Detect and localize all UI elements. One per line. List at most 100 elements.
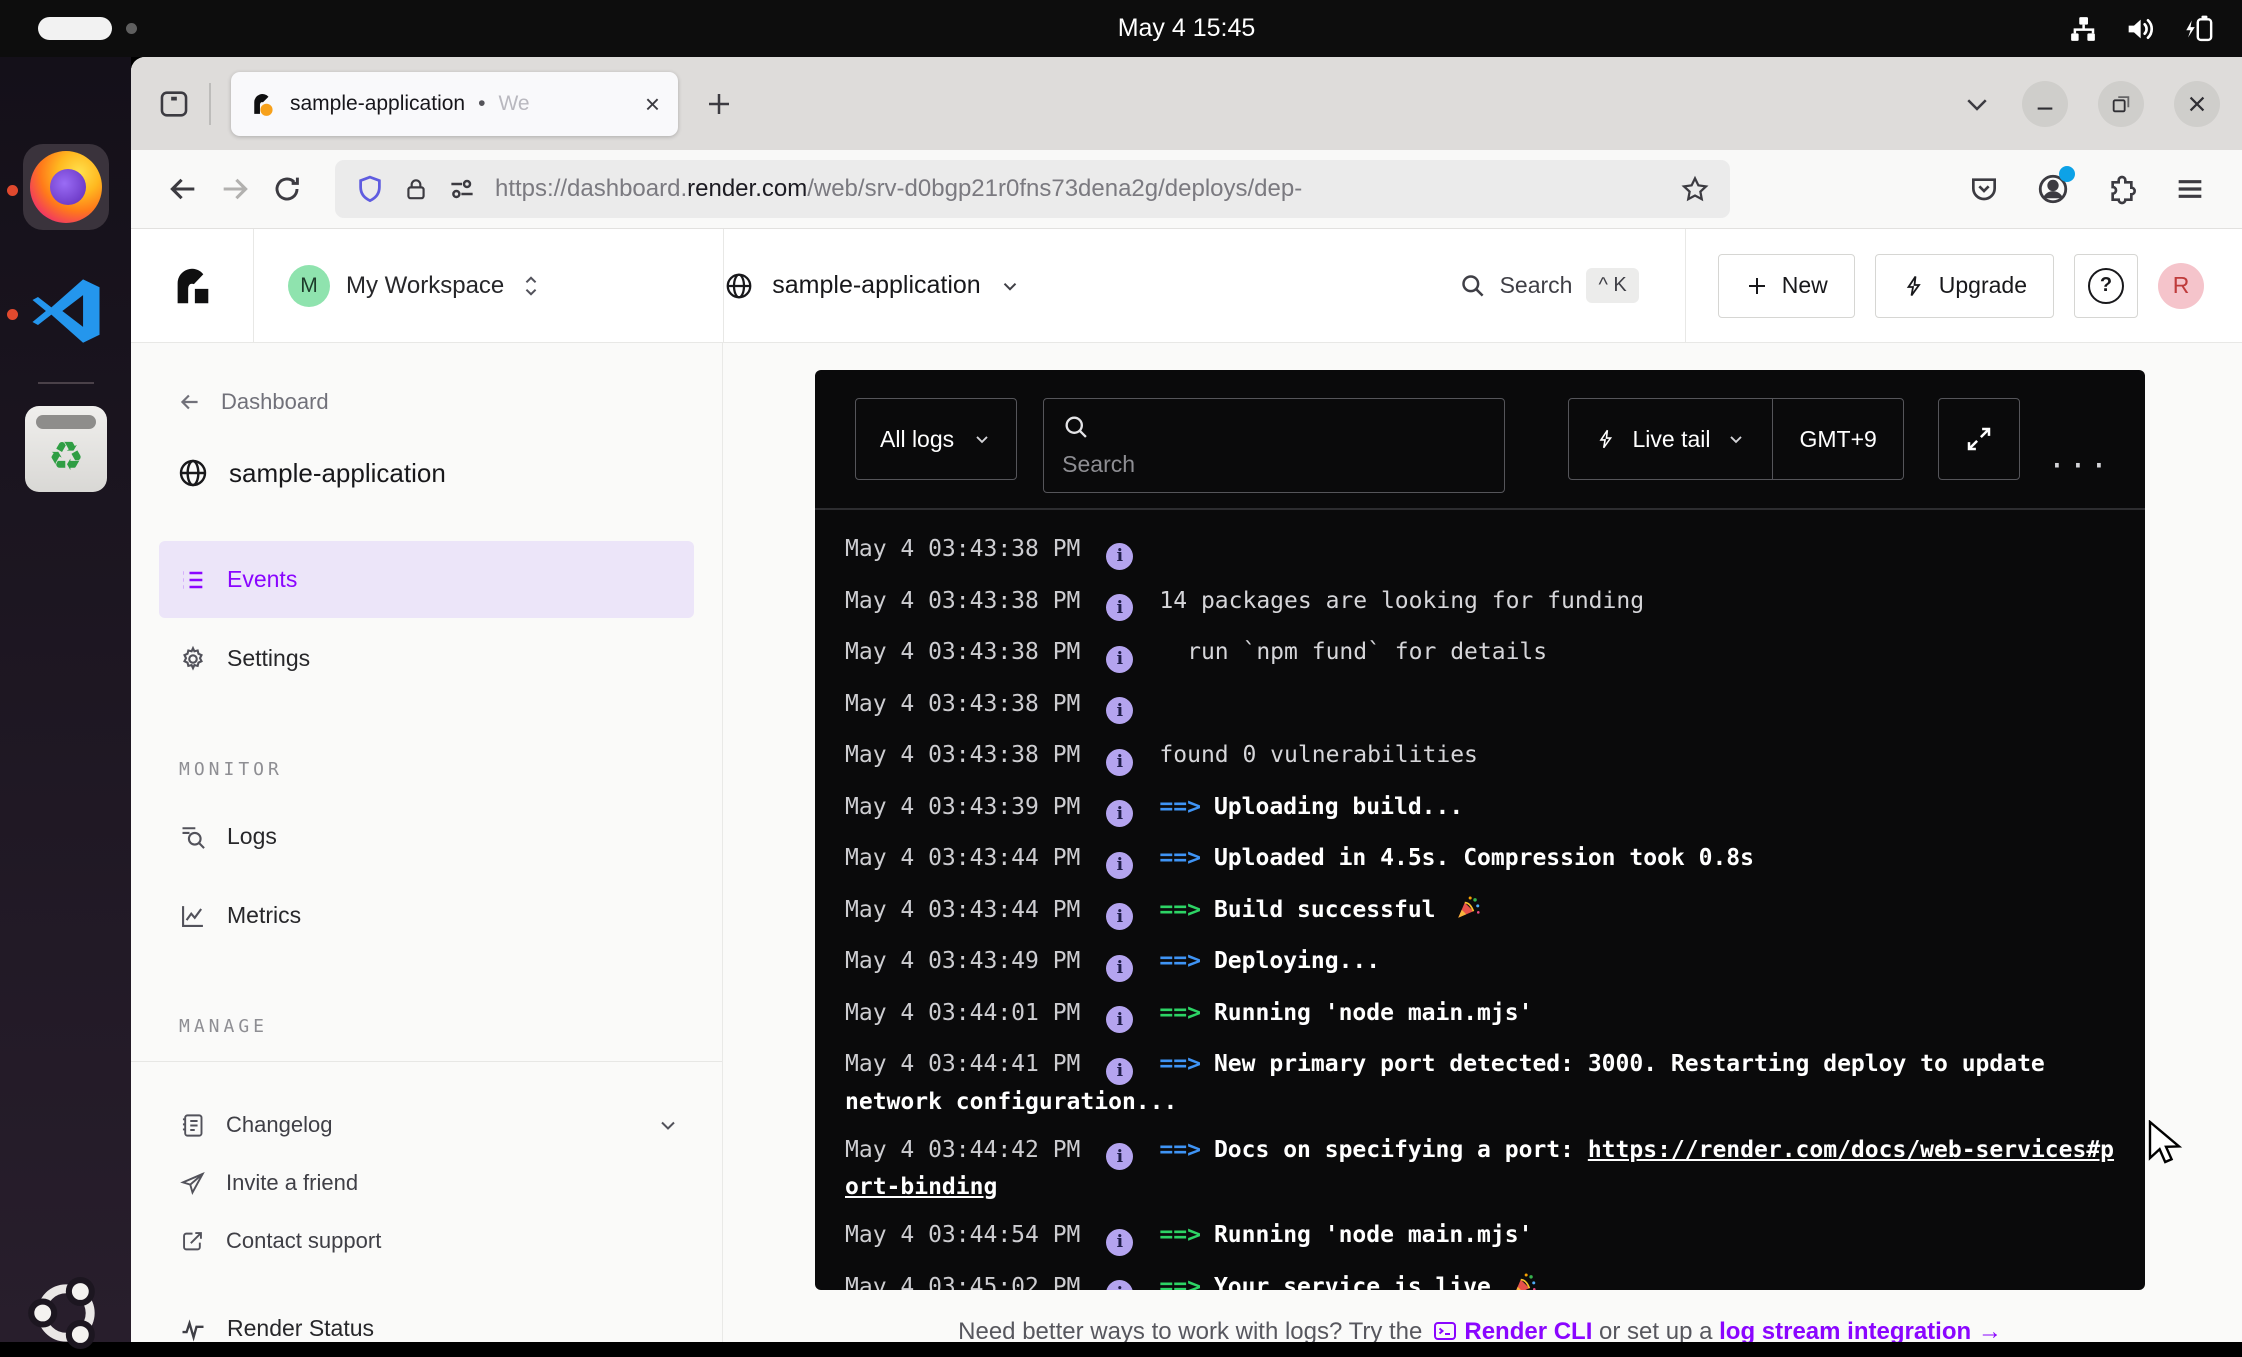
sidebar-item-render-status[interactable]: Render Status (159, 1314, 694, 1342)
render-logo[interactable] (131, 229, 253, 342)
status-pulse-icon (179, 1314, 207, 1342)
log-timestamp: May 4 03:43:44 PM (845, 897, 1080, 923)
url-text[interactable]: https://dashboard.render.com/web/srv-d0b… (495, 175, 1662, 203)
log-output[interactable]: May 4 03:43:38 PMiMay 4 03:43:38 PMi14 p… (815, 510, 2145, 1290)
sidebar-item-events[interactable]: Events (159, 541, 694, 618)
info-icon[interactable]: i (1106, 543, 1133, 570)
volume-icon[interactable] (2124, 13, 2156, 45)
expand-logs-button[interactable] (1938, 398, 2020, 480)
log-row: May 4 03:43:38 PMi14 packages are lookin… (845, 584, 2115, 622)
log-message: Running 'node main.mjs' (1214, 1000, 1533, 1026)
party-popper-icon (1455, 895, 1481, 921)
account-icon[interactable] (2036, 172, 2070, 206)
info-icon[interactable]: i (1106, 1143, 1133, 1170)
firefox-view-icon[interactable] (157, 87, 191, 121)
info-icon[interactable]: i (1106, 1229, 1133, 1256)
new-button[interactable]: New (1718, 254, 1855, 318)
firefox-dock-icon[interactable] (22, 143, 110, 231)
sidebar: Dashboard sample-application Events Sett… (131, 343, 723, 1342)
log-timestamp: May 4 03:43:39 PM (845, 794, 1080, 820)
log-search-input[interactable]: Search (1043, 398, 1505, 493)
sidebar-back-to-dashboard[interactable]: Dashboard (159, 389, 694, 415)
user-avatar[interactable]: R (2158, 263, 2204, 309)
back-button[interactable] (157, 163, 209, 215)
log-search-placeholder: Search (1062, 451, 1135, 478)
info-icon[interactable]: i (1106, 1280, 1133, 1290)
log-message: found 0 vulnerabilities (1159, 742, 1478, 768)
firefox-icon (30, 151, 102, 223)
log-more-menu[interactable]: ··· (2048, 426, 2111, 508)
info-icon[interactable]: i (1106, 594, 1133, 621)
menu-hamburger-icon[interactable] (2174, 173, 2206, 205)
info-icon[interactable]: i (1106, 749, 1133, 776)
trash-dock-icon[interactable]: ♻ (22, 405, 110, 493)
gear-icon (179, 645, 207, 673)
timezone-button[interactable]: GMT+9 (1773, 426, 1902, 453)
system-top-bar: May 4 15:45 (0, 0, 2242, 57)
lock-icon[interactable] (403, 175, 429, 203)
reload-button[interactable] (261, 163, 313, 215)
extensions-puzzle-icon[interactable] (2106, 173, 2138, 205)
service-chevron-down-icon (999, 275, 1021, 297)
log-timestamp: May 4 03:44:01 PM (845, 1000, 1080, 1026)
sidebar-item-settings[interactable]: Settings (159, 620, 694, 697)
info-icon[interactable]: i (1106, 646, 1133, 673)
back-arrow-icon (177, 389, 203, 415)
info-icon[interactable]: i (1106, 1006, 1133, 1033)
mouse-cursor (2146, 1120, 2186, 1164)
logs-help-caption: Need better ways to work with logs? Try … (815, 1318, 2145, 1342)
help-button[interactable]: ? (2074, 254, 2138, 318)
log-message: run `npm fund` for details (1159, 639, 1547, 665)
workspace-selector[interactable]: M My Workspace (254, 265, 576, 307)
upgrade-button[interactable]: Upgrade (1875, 254, 2054, 318)
active-tab[interactable]: sample-application • We × (231, 72, 678, 136)
info-icon[interactable]: i (1106, 852, 1133, 879)
show-apps-button[interactable] (22, 1269, 110, 1357)
log-row: May 4 03:44:41 PMi==>New primary port de… (845, 1047, 2115, 1119)
workspace-name: My Workspace (346, 272, 504, 300)
new-tab-button[interactable] (704, 89, 734, 119)
list-tabs-chevron-icon[interactable] (1962, 89, 1992, 119)
info-icon[interactable]: i (1106, 800, 1133, 827)
vscode-dock-icon[interactable] (22, 267, 110, 355)
sidebar-item-contact-support[interactable]: Contact support (159, 1212, 694, 1270)
log-timestamp: May 4 03:44:42 PM (845, 1137, 1080, 1163)
global-search[interactable]: Search ^ K (1459, 268, 1685, 303)
network-icon[interactable] (2068, 14, 2098, 44)
permissions-icon[interactable] (447, 174, 477, 204)
pocket-icon[interactable] (1968, 173, 2000, 205)
forward-button[interactable] (209, 163, 261, 215)
sidebar-item-changelog[interactable]: Changelog (159, 1096, 694, 1154)
address-bar[interactable]: https://dashboard.render.com/web/srv-d0b… (335, 160, 1730, 218)
close-button[interactable] (2174, 81, 2220, 127)
changelog-icon (179, 1112, 206, 1139)
tab-close-button[interactable]: × (645, 91, 660, 117)
info-icon[interactable]: i (1106, 955, 1133, 982)
minimize-button[interactable] (2022, 81, 2068, 127)
tracking-protection-shield-icon[interactable] (355, 173, 385, 205)
app-header: M My Workspace sample-application Search… (131, 229, 2242, 343)
restore-button[interactable] (2098, 81, 2144, 127)
info-icon[interactable]: i (1106, 697, 1133, 724)
log-filter-dropdown[interactable]: All logs (855, 398, 1017, 480)
render-favicon (249, 90, 277, 118)
log-level-arrow: ==> (1159, 845, 1201, 871)
log-stream-integration-link[interactable]: log stream integration → (1719, 1318, 2002, 1342)
log-message: Deploying... (1214, 948, 1380, 974)
info-icon[interactable]: i (1106, 903, 1133, 930)
party-popper-icon (1511, 1272, 1537, 1291)
log-level-arrow: ==> (1159, 1137, 1201, 1163)
sidebar-item-invite-a-friend[interactable]: Invite a friend (159, 1154, 694, 1212)
info-icon[interactable]: i (1106, 1058, 1133, 1085)
log-level-arrow: ==> (1159, 948, 1201, 974)
battery-charging-icon[interactable] (2182, 13, 2216, 45)
service-selector[interactable]: sample-application (674, 271, 1020, 301)
bookmark-star-icon[interactable] (1680, 174, 1710, 204)
live-tail-dropdown[interactable]: Live tail (1569, 426, 1773, 453)
vscode-running-indicator (7, 309, 18, 320)
sidebar-item-logs[interactable]: Logs (159, 798, 694, 875)
render-cli-link[interactable]: Render CLI (1464, 1318, 1592, 1342)
system-clock[interactable]: May 4 15:45 (131, 0, 2242, 57)
log-level-arrow: ==> (1159, 1274, 1201, 1291)
sidebar-item-metrics[interactable]: Metrics (159, 877, 694, 954)
